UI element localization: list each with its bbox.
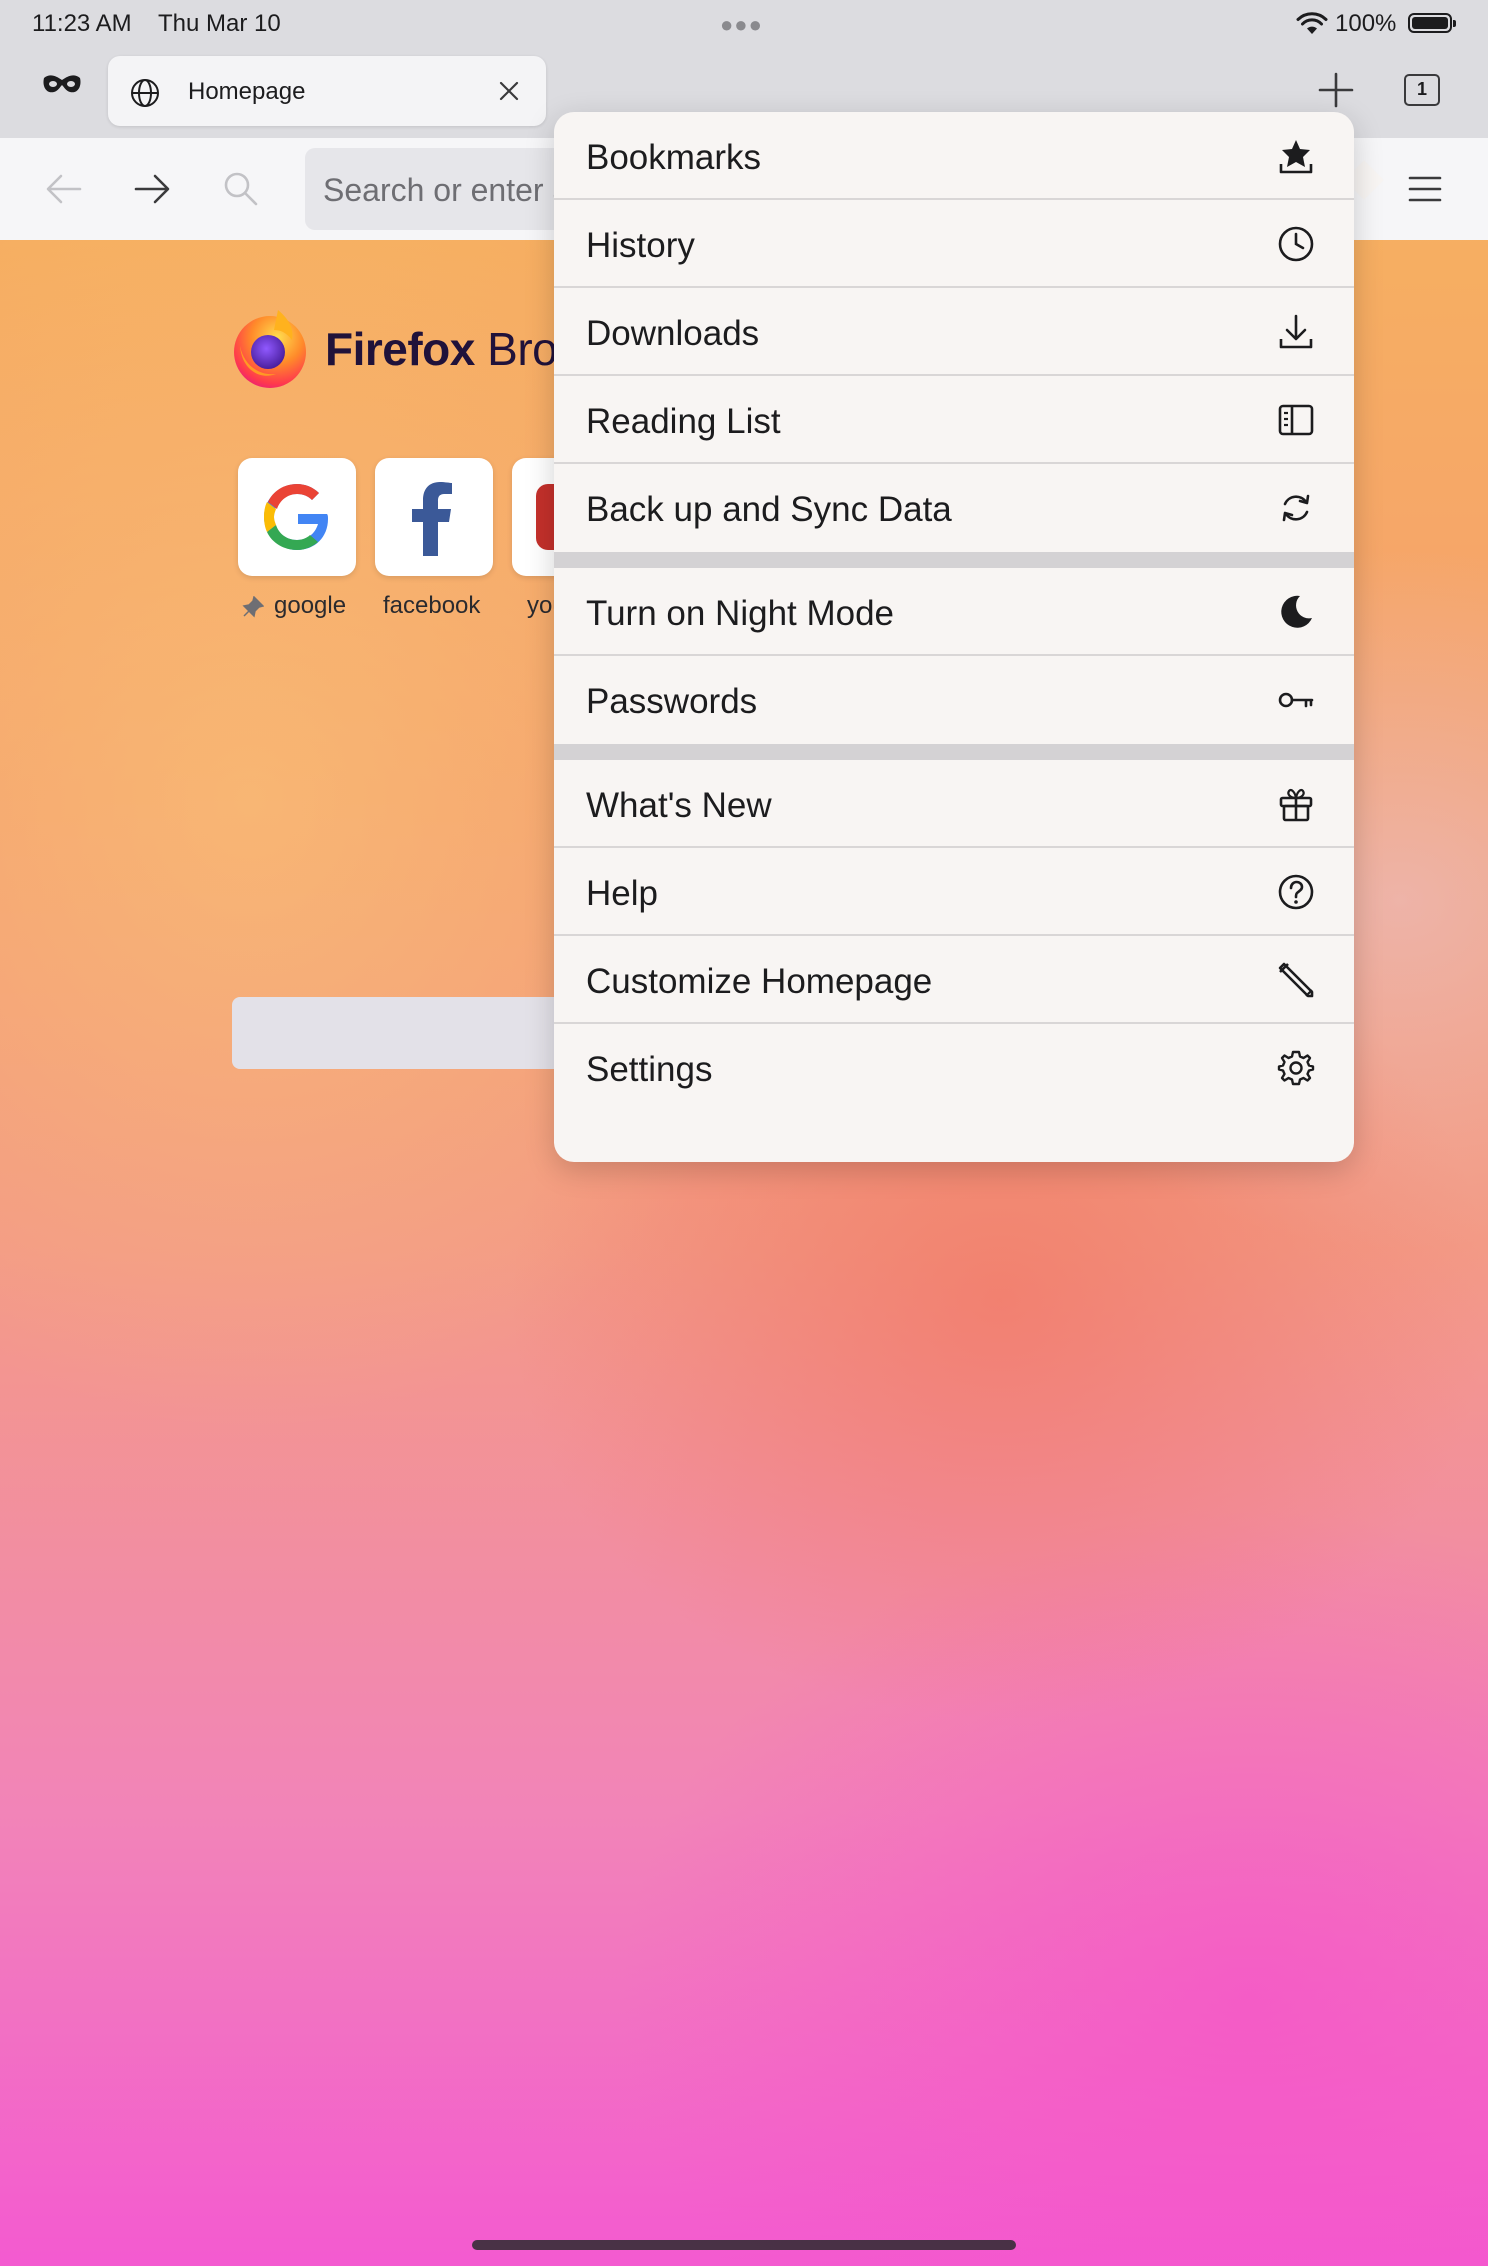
menu-section-separator	[554, 744, 1354, 760]
forward-arrow-icon[interactable]	[132, 172, 172, 206]
menu-item-night-mode[interactable]: Turn on Night Mode	[554, 568, 1354, 656]
menu-section-separator	[554, 552, 1354, 568]
menu-item-help[interactable]: Help	[554, 848, 1354, 936]
firefox-logo	[234, 310, 306, 388]
private-mode-mask-icon[interactable]	[40, 70, 84, 100]
google-logo-icon	[264, 484, 328, 550]
status-date: Thu Mar 10	[158, 10, 281, 37]
tab-tray-button[interactable]: 1	[1404, 74, 1440, 106]
home-indicator[interactable]	[472, 2240, 1016, 2250]
help-icon	[1278, 874, 1314, 910]
menu-item-bookmarks[interactable]: Bookmarks	[554, 112, 1354, 200]
clock-icon	[1278, 226, 1314, 262]
menu-item-settings[interactable]: Settings	[554, 1024, 1354, 1112]
status-time: 11:23 AM	[32, 10, 132, 37]
back-arrow-icon[interactable]	[44, 172, 84, 206]
battery-percentage: 100%	[1335, 10, 1397, 37]
pencil-icon	[1278, 962, 1314, 998]
tab-title: Homepage	[188, 78, 306, 105]
menu-item-reading-list[interactable]: Reading List	[554, 376, 1354, 464]
hamburger-menu-icon[interactable]	[1408, 174, 1442, 204]
menu-item-whats-new[interactable]: What's New	[554, 760, 1354, 848]
key-icon	[1278, 692, 1314, 708]
menu-item-customize-homepage[interactable]: Customize Homepage	[554, 936, 1354, 1024]
wifi-icon	[1296, 12, 1328, 34]
battery-icon	[1408, 13, 1456, 33]
gear-icon	[1277, 1050, 1315, 1086]
app-menu-popover: Bookmarks History Downloads Reading List	[554, 112, 1354, 1162]
close-tab-icon[interactable]	[498, 80, 520, 102]
globe-icon	[131, 79, 159, 107]
multitasking-dots-icon[interactable]: ●●●	[720, 12, 763, 38]
shortcut-label-google: google	[274, 592, 347, 619]
menu-item-sync[interactable]: Back up and Sync Data	[554, 464, 1354, 552]
pin-icon	[242, 596, 264, 618]
menu-item-history[interactable]: History	[554, 200, 1354, 288]
facebook-logo-icon	[412, 482, 452, 556]
bookmark-star-icon	[1279, 140, 1313, 174]
shortcut-google[interactable]	[238, 458, 356, 576]
shortcut-facebook[interactable]	[375, 458, 493, 576]
download-icon	[1279, 314, 1313, 349]
shortcut-label-facebook: facebook	[383, 592, 481, 619]
moon-icon	[1281, 595, 1312, 628]
tab-homepage[interactable]: Homepage	[108, 56, 546, 126]
new-tab-plus-icon[interactable]	[1316, 70, 1356, 110]
gift-icon	[1279, 788, 1313, 822]
sync-icon	[1282, 494, 1310, 522]
search-icon[interactable]	[222, 170, 260, 208]
menu-item-downloads[interactable]: Downloads	[554, 288, 1354, 376]
menu-item-passwords[interactable]: Passwords	[554, 656, 1354, 744]
status-bar: 11:23 AM Thu Mar 10 ●●● 100%	[0, 0, 1488, 48]
reading-list-icon	[1278, 404, 1314, 436]
